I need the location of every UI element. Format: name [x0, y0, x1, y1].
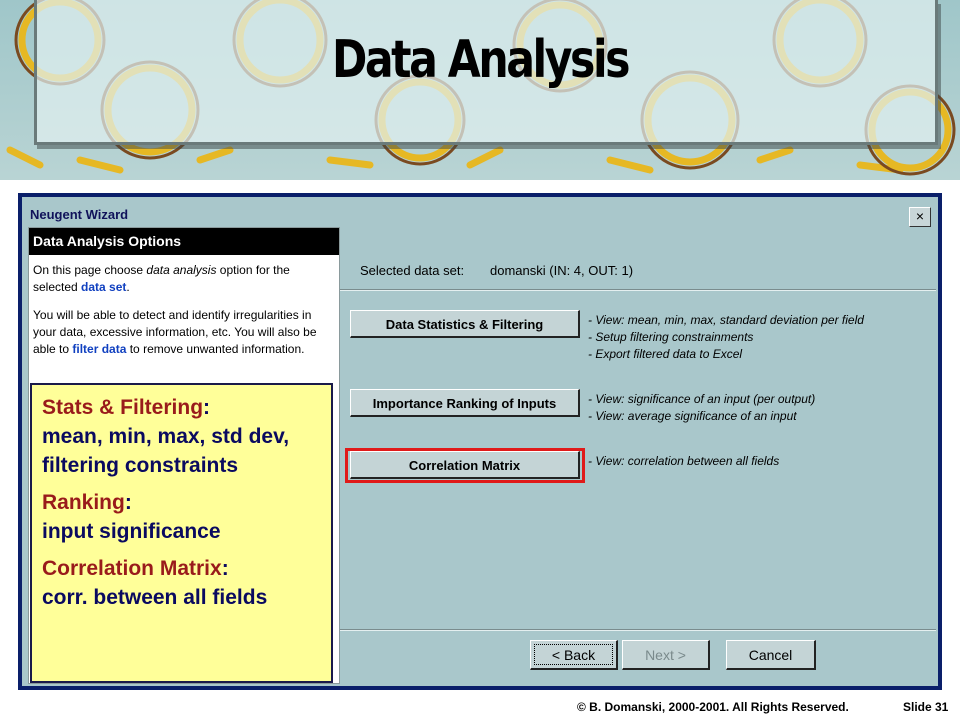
- help-heading: Data Analysis Options: [33, 233, 182, 249]
- data-set-link[interactable]: data set: [81, 280, 126, 294]
- data-statistics-filtering-button[interactable]: Data Statistics & Filtering: [350, 310, 580, 338]
- selected-dataset-label: Selected data set:: [360, 263, 465, 278]
- next-button[interactable]: Next >: [622, 640, 710, 670]
- slide-title: Data Analysis: [331, 30, 631, 90]
- help-text-segment: to remove unwanted information.: [126, 342, 305, 356]
- callout-ranking: Ranking: input significance: [42, 491, 221, 543]
- summary-callout: Stats & Filtering: mean, min, max, std d…: [30, 383, 333, 683]
- option-description-stats: - View: mean, min, max, standard deviati…: [588, 312, 864, 363]
- focus-ring: [534, 644, 613, 665]
- importance-ranking-button[interactable]: Importance Ranking of Inputs: [350, 389, 580, 417]
- option-description-ranking: - View: significance of an input (per ou…: [588, 391, 815, 425]
- back-button[interactable]: < Back: [530, 640, 618, 670]
- filter-data-link[interactable]: filter data: [72, 342, 126, 356]
- callout-stats: Stats & Filtering: mean, min, max, std d…: [42, 396, 290, 477]
- window-title: Neugent Wizard: [30, 207, 129, 222]
- option-line: - View: correlation between all fields: [588, 454, 780, 468]
- title-banner: Data Analysis: [0, 0, 960, 180]
- option-line: - Export filtered data to Excel: [588, 347, 743, 361]
- option-line: - Setup filtering constrainments: [588, 330, 754, 344]
- close-icon: ×: [915, 208, 925, 224]
- callout-body: corr. between all fields: [42, 586, 268, 609]
- slide-number: Slide 31: [903, 700, 949, 714]
- option-line: - View: mean, min, max, standard deviati…: [588, 313, 864, 327]
- help-text-segment: On this page choose: [33, 263, 147, 277]
- help-text: On this page choose data analysis option…: [33, 262, 333, 369]
- option-description-correlation: - View: correlation between all fields: [588, 453, 779, 470]
- help-paragraph-2: You will be able to detect and identify …: [33, 307, 333, 358]
- cancel-button[interactable]: Cancel: [726, 640, 816, 670]
- callout-body: input significance: [42, 520, 221, 543]
- separator-top: [340, 289, 936, 291]
- copyright-text: © B. Domanski, 2000-2001. All Rights Res…: [577, 700, 849, 714]
- callout-heading: Ranking: [42, 491, 125, 514]
- close-button[interactable]: ×: [909, 207, 931, 227]
- help-header: Data Analysis Options: [29, 228, 339, 255]
- callout-heading: Stats & Filtering: [42, 396, 204, 419]
- correlation-highlight-box: [345, 448, 585, 483]
- help-emphasis: data analysis: [146, 263, 217, 277]
- option-line: - View: significance of an input (per ou…: [588, 392, 816, 406]
- slide-footer: © B. Domanski, 2000-2001. All Rights Res…: [0, 696, 960, 720]
- option-line: - View: average significance of an input: [588, 409, 797, 423]
- separator-bottom: [340, 629, 936, 631]
- help-paragraph-1: On this page choose data analysis option…: [33, 262, 333, 296]
- help-text-segment: .: [126, 280, 130, 294]
- callout-correlation: Correlation Matrix: corr. between all fi…: [42, 557, 268, 609]
- callout-body: mean, min, max, std dev, filtering const…: [42, 425, 290, 477]
- callout-heading: Correlation Matrix: [42, 557, 222, 580]
- selected-dataset-value: domanski (IN: 4, OUT: 1): [490, 263, 634, 278]
